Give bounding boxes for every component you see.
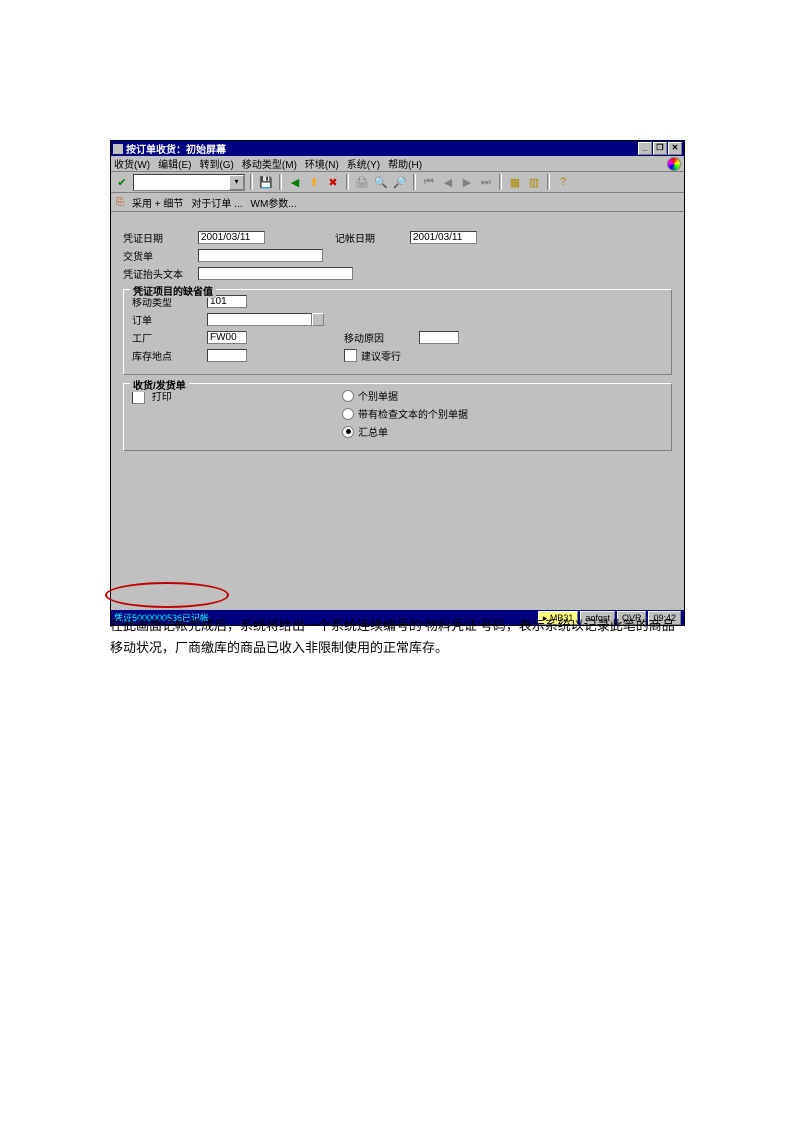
radio-with-text[interactable] (342, 408, 354, 420)
page-icon: ⎘ (116, 197, 124, 208)
defaults-groupbox: 凭证项目的缺省值 移动类型 101 订单 工厂 FW00 移动原因 (123, 289, 672, 375)
window-title: 按订单收货：初始屏幕 (126, 141, 638, 156)
for-order-button[interactable]: 对于订单 ... (191, 195, 242, 210)
menu-help[interactable]: 帮助(H) (388, 156, 422, 171)
back-button[interactable]: ◀ (287, 174, 303, 190)
prev-page-button[interactable]: ◀ (440, 174, 456, 190)
header-text-label: 凭证抬头文本 (123, 266, 198, 281)
plant-label: 工厂 (132, 330, 207, 345)
sap-logo-icon (667, 157, 681, 171)
movement-reason-label: 移动原因 (344, 330, 419, 345)
radio-summary[interactable] (342, 426, 354, 438)
menu-goto[interactable]: 转到(G) (199, 156, 233, 171)
wm-params-button[interactable]: WM参数... (251, 195, 297, 210)
cancel-button[interactable]: ✖ (325, 174, 341, 190)
storage-loc-label: 库存地点 (132, 348, 207, 363)
first-page-button[interactable]: ⏮ (421, 174, 437, 190)
save-button[interactable]: 💾 (258, 174, 274, 190)
adopt-details-button[interactable]: 采用 + 细节 (132, 195, 183, 210)
defaults-title: 凭证项目的缺省值 (130, 283, 216, 298)
titlebar: 按订单收货：初始屏幕 _ ❐ ✕ (111, 141, 684, 156)
menu-edit[interactable]: 编辑(E) (158, 156, 191, 171)
toolbar: ✔ ▾ 💾 ◀ ⬆ ✖ 🖨 🔍 🔎 ⏮ ◀ ▶ ⏭ ▦ ▥ ? (111, 172, 684, 193)
radio-summary-label: 汇总单 (358, 424, 388, 439)
radio-with-text-label: 带有检查文本的个别单据 (358, 406, 468, 421)
posting-date-label: 记帐日期 (335, 230, 410, 245)
receipt-issue-title: 收货/发货单 (130, 377, 189, 392)
app-toolbar: ⎘ 采用 + 细节 对于订单 ... WM参数... (111, 193, 684, 212)
menu-system[interactable]: 系统(Y) (347, 156, 380, 171)
shortcut-button[interactable]: ▥ (526, 174, 542, 190)
caption-text: 在此画面记帐完成后，系统将给出一个系统连续编号的‘物料凭证’号码，表示系统以记录… (110, 615, 685, 659)
minimize-button[interactable]: _ (638, 142, 652, 155)
find-next-button[interactable]: 🔎 (392, 174, 408, 190)
receipt-issue-groupbox: 收货/发货单 打印 个别单据 带有检查文本的个别单据 (123, 383, 672, 451)
next-page-button[interactable]: ▶ (459, 174, 475, 190)
content-area: 凭证日期 2001/03/11 记帐日期 2001/03/11 交货单 凭证抬头… (111, 212, 684, 610)
storage-loc-input[interactable] (207, 349, 247, 362)
radio-individual[interactable] (342, 390, 354, 402)
delivery-note-label: 交货单 (123, 248, 198, 263)
print-label: 打印 (152, 392, 172, 403)
last-page-button[interactable]: ⏭ (478, 174, 494, 190)
print-checkbox[interactable] (132, 391, 145, 404)
menubar: 收货(W) 编辑(E) 转到(G) 移动类型(M) 环境(N) 系统(Y) 帮助… (111, 156, 684, 172)
radio-individual-label: 个别单据 (358, 388, 398, 403)
order-search-help-icon[interactable] (312, 313, 324, 326)
enter-button[interactable]: ✔ (114, 174, 130, 190)
close-button[interactable]: ✕ (668, 142, 682, 155)
find-button[interactable]: 🔍 (373, 174, 389, 190)
help-button[interactable]: ? (555, 174, 571, 190)
suggest-zero-checkbox[interactable] (344, 349, 357, 362)
print-button[interactable]: 🖨 (354, 174, 370, 190)
voucher-date-input[interactable]: 2001/03/11 (198, 231, 265, 244)
order-label: 订单 (132, 312, 207, 327)
app-icon (113, 144, 123, 154)
exit-button[interactable]: ⬆ (306, 174, 322, 190)
new-session-button[interactable]: ▦ (507, 174, 523, 190)
command-dropdown-icon[interactable]: ▾ (229, 175, 244, 190)
movement-reason-input[interactable] (419, 331, 459, 344)
command-field[interactable]: ▾ (133, 174, 245, 191)
suggest-zero-label: 建议零行 (361, 348, 401, 363)
menu-receipt[interactable]: 收货(W) (114, 156, 150, 171)
order-input[interactable] (207, 313, 312, 326)
plant-input[interactable]: FW00 (207, 331, 247, 344)
maximize-button[interactable]: ❐ (653, 142, 667, 155)
delivery-note-input[interactable] (198, 249, 323, 262)
menu-movement-type[interactable]: 移动类型(M) (242, 156, 297, 171)
menu-environment[interactable]: 环境(N) (305, 156, 339, 171)
voucher-date-label: 凭证日期 (123, 230, 198, 245)
app-window: 按订单收货：初始屏幕 _ ❐ ✕ 收货(W) 编辑(E) 转到(G) 移动类型(… (110, 140, 685, 626)
posting-date-input[interactable]: 2001/03/11 (410, 231, 477, 244)
header-text-input[interactable] (198, 267, 353, 280)
